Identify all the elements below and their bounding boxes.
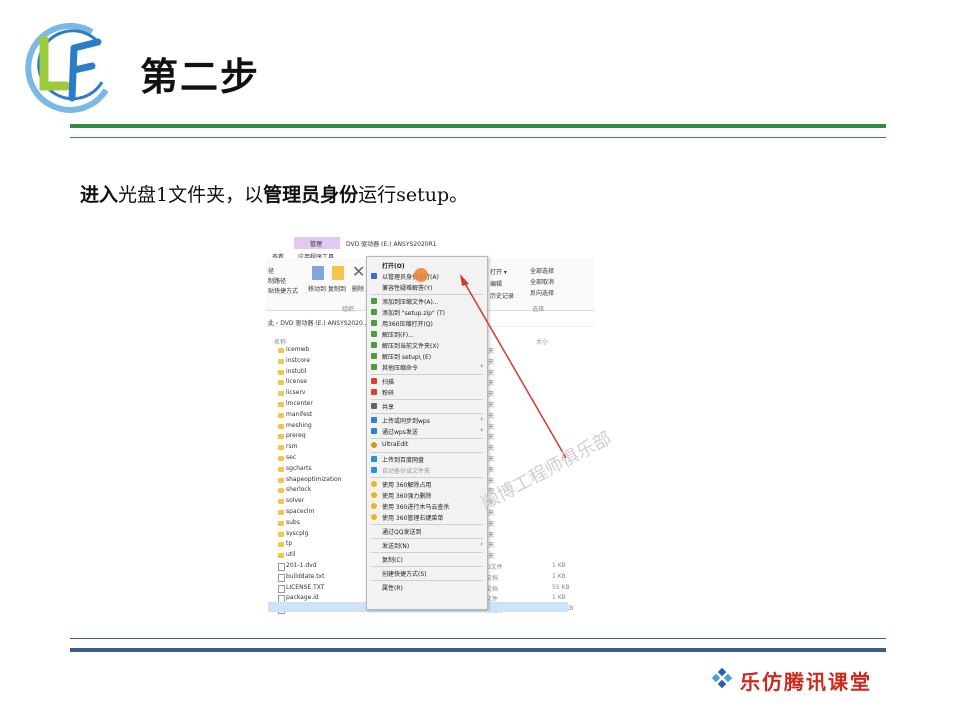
brand-diamond-icon <box>712 668 732 688</box>
footer-rule-thin <box>70 638 886 639</box>
annotation-arrow <box>460 274 567 459</box>
footer-brand: 乐仿腾讯课堂 <box>740 670 872 694</box>
footer-rule-thick <box>70 648 886 652</box>
